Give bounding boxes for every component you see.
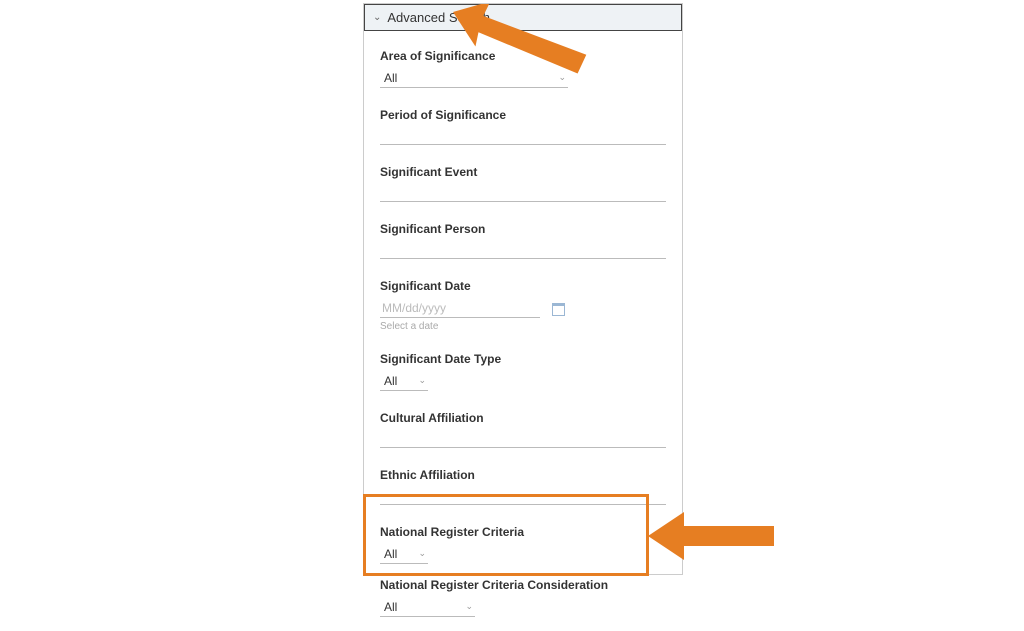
label-cultural-affiliation: Cultural Affiliation [380,411,666,425]
label-national-register-criteria-consideration: National Register Criteria Consideration [380,578,666,592]
chevron-down-icon: ⌄ [465,601,475,612]
field-significant-date-type: Significant Date Type All ⌄ [380,352,666,391]
field-cultural-affiliation: Cultural Affiliation [380,411,666,448]
label-period-of-significance: Period of Significance [380,108,666,122]
field-significant-person: Significant Person [380,222,666,259]
select-significant-date-type[interactable]: All ⌄ [380,371,428,391]
label-ethnic-affiliation: Ethnic Affiliation [380,468,666,482]
annotation-arrow-right [648,508,778,564]
field-national-register-criteria: National Register Criteria All ⌄ [380,525,666,564]
field-significant-date: Significant Date MM/dd/yyyy Select a dat… [380,279,666,332]
label-significant-person: Significant Person [380,222,666,236]
calendar-icon[interactable] [552,303,565,316]
input-cultural-affiliation[interactable] [380,430,666,448]
annotation-arrow-top [453,4,593,74]
select-value: All [380,374,397,388]
helper-significant-date: Select a date [380,321,666,332]
select-value: All [380,600,397,614]
field-national-register-criteria-consideration: National Register Criteria Consideration… [380,578,666,617]
select-value: All [380,71,397,85]
input-period-of-significance[interactable] [380,127,666,145]
field-significant-event: Significant Event [380,165,666,202]
input-significant-date[interactable]: MM/dd/yyyy [380,298,540,318]
label-significant-event: Significant Event [380,165,666,179]
select-national-register-criteria[interactable]: All ⌄ [380,544,428,564]
select-national-register-criteria-consideration[interactable]: All ⌄ [380,597,475,617]
field-ethnic-affiliation: Ethnic Affiliation [380,468,666,505]
date-placeholder: MM/dd/yyyy [382,301,446,315]
label-significant-date: Significant Date [380,279,666,293]
field-period-of-significance: Period of Significance [380,108,666,145]
panel-body: Area of Significance All ⌄ Period of Sig… [364,31,682,631]
input-significant-person[interactable] [380,241,666,259]
chevron-down-icon: ⌄ [418,548,428,559]
label-national-register-criteria: National Register Criteria [380,525,666,539]
chevron-down-icon: ⌄ [373,12,381,23]
select-value: All [380,547,397,561]
advanced-search-panel: ⌄ Advanced Search Area of Significance A… [363,3,683,575]
input-ethnic-affiliation[interactable] [380,487,666,505]
chevron-down-icon: ⌄ [418,375,428,386]
input-significant-event[interactable] [380,184,666,202]
label-significant-date-type: Significant Date Type [380,352,666,366]
